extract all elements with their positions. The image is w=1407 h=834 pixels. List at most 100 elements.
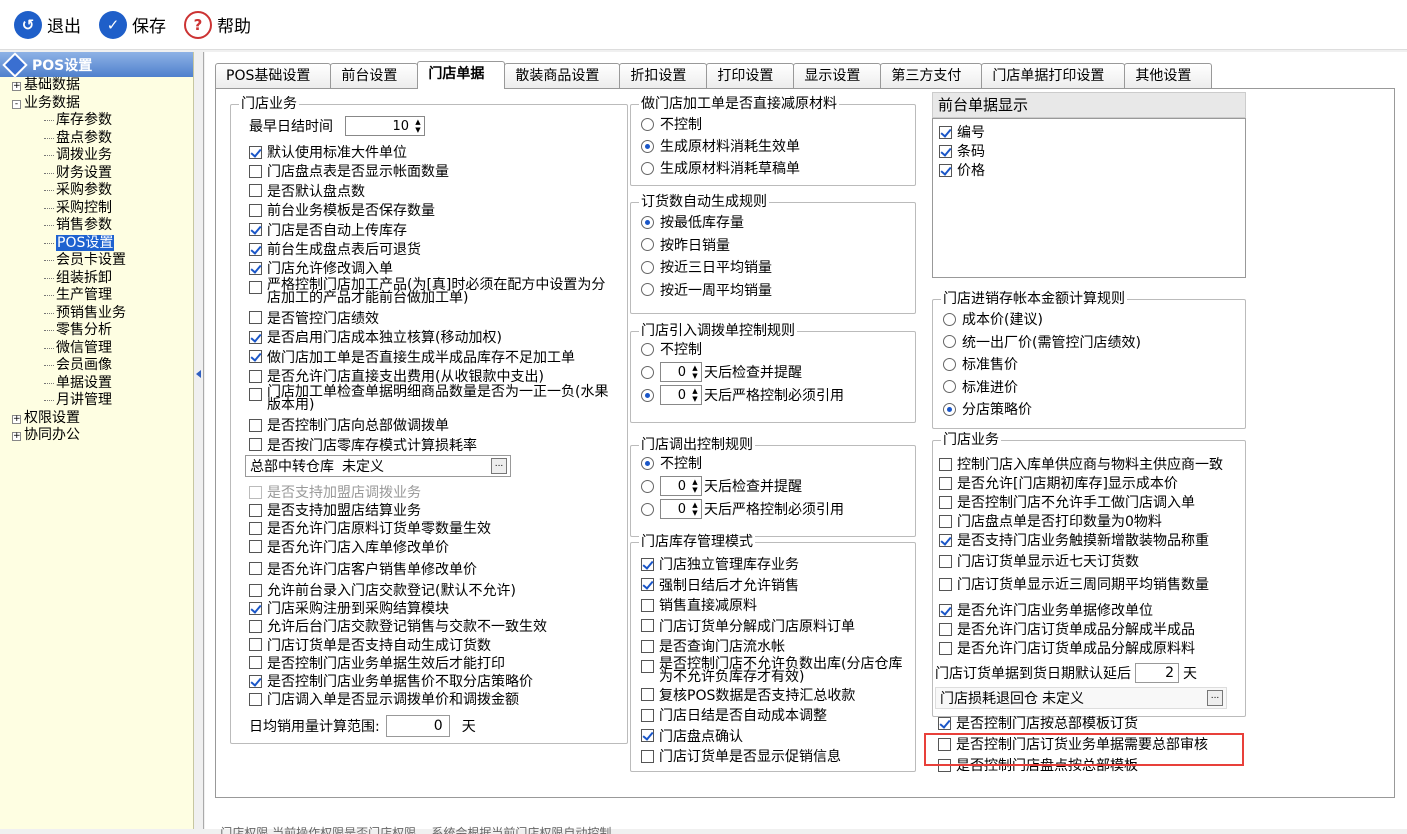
tab[interactable]: 散装商品设置 [504,63,621,89]
collapse-arrow-icon[interactable] [196,370,201,378]
tree-item[interactable]: 生产管理 [0,287,193,305]
checkbox-row[interactable]: 门店订货单是否显示促销信息 [641,747,841,765]
radio[interactable] [641,283,654,296]
checkbox[interactable] [641,749,654,763]
spin-arrows-icon[interactable]: ▲ ▼ [689,500,701,518]
checkbox[interactable] [249,242,262,256]
checkbox-row[interactable]: 是否管控门店绩效 [249,309,379,327]
radio-row[interactable]: 标准售价 [943,355,1018,373]
checkbox-row[interactable]: 是否允许门店原料订货单零数量生效 [249,519,491,537]
tab[interactable]: 打印设置 [706,63,795,89]
tab[interactable]: 第三方支付 [880,63,983,89]
radio[interactable] [641,502,654,516]
checkbox[interactable] [939,495,952,509]
tree-item[interactable]: 库存参数 [0,112,193,130]
checkbox-row[interactable]: 门店盘点表是否显示帐面数量 [249,162,449,180]
radio-row[interactable]: 0 ▲ ▼ 天后检查并提醒 [641,476,802,496]
checkbox[interactable] [249,601,262,615]
tree-item[interactable]: 微信管理 [0,340,193,358]
checkbox[interactable] [939,144,952,158]
checkbox-row[interactable]: 是否允许门店业务单据修改单位 [939,601,1153,619]
checkbox[interactable] [249,656,262,670]
checkbox[interactable] [249,223,262,237]
tab[interactable]: 其他设置 [1124,63,1213,89]
checkbox[interactable] [249,145,262,159]
eod-time-spinner[interactable]: 10 ▲ ▼ [345,116,425,136]
checkbox-row[interactable]: 门店调入单是否显示调拨单价和调拨金额 [249,690,519,708]
checkbox-row[interactable]: 门店盘点确认 [641,727,743,745]
radio-row[interactable]: 不控制 [641,115,702,133]
radio-row[interactable]: 标准进价 [943,378,1018,396]
checkbox[interactable] [249,619,262,633]
checkbox[interactable] [249,418,262,432]
tree-item[interactable]: 采购参数 [0,182,193,200]
checkbox[interactable] [249,540,262,554]
checkbox[interactable] [249,438,262,452]
tree-item[interactable]: 财务设置 [0,165,193,183]
checkbox-row[interactable]: 是否支持门店业务触摸新增散装物品称重 [939,531,1209,549]
checkbox[interactable] [249,674,262,688]
radio[interactable] [943,312,956,326]
radio-row[interactable]: 分店策略价 [943,400,1032,418]
delay-days-input[interactable]: 2 [1135,663,1179,683]
checkbox[interactable] [641,639,654,653]
tab[interactable]: 门店单据 [417,61,506,89]
tab[interactable]: 前台设置 [330,63,419,89]
checkbox[interactable] [249,485,262,499]
ellipsis-button[interactable]: ... [491,458,507,474]
spin-arrows-icon[interactable]: ▲ ▼ [689,363,701,381]
checkbox-row[interactable]: 门店加工单检查单据明细商品数量是否为一正一负(水果版本用) [249,385,647,414]
radio[interactable] [641,161,654,175]
checkbox-row[interactable]: 是否支持加盟店结算业务 [249,501,421,519]
radio-row[interactable]: 生成原材料消耗生效单 [641,137,800,155]
tree-item[interactable]: - 业务数据 [0,95,193,113]
checkbox-row[interactable]: 前台业务模板是否保存数量 [249,201,435,219]
checkbox[interactable] [641,659,654,673]
tree-item[interactable]: 会员画像 [0,357,193,375]
checkbox-row[interactable]: 是否支持加盟店调拨业务 [249,483,421,501]
tab[interactable]: 门店单据打印设置 [981,63,1126,89]
checkbox-row[interactable]: 复核POS数据是否支持汇总收款 [641,686,855,704]
checkbox-row[interactable]: 是否允许门店订货单成品分解成原料料 [939,639,1195,657]
checkbox[interactable] [249,369,262,383]
checkbox-row[interactable]: 门店盘点单是否打印数量为0物料 [939,512,1162,530]
checkbox[interactable] [249,388,262,402]
checkbox-row[interactable]: 是否默认盘点数 [249,182,365,200]
radio[interactable] [943,380,956,393]
radio-row[interactable]: 按昨日销量 [641,236,730,254]
checkbox[interactable] [641,708,654,722]
checkbox[interactable] [939,163,952,177]
checkbox[interactable] [939,514,952,528]
checkbox-row[interactable]: 是否按门店零库存模式计算损耗率 [249,436,477,454]
checkbox-row[interactable]: 编号 [939,123,985,141]
checkbox[interactable] [249,562,262,576]
checkbox[interactable] [249,203,262,217]
checkbox-row[interactable]: 门店订货单显示近三周同期平均销售数量 [939,575,1209,593]
checkbox[interactable] [249,521,262,535]
radio[interactable] [641,456,654,470]
checkbox[interactable] [249,261,262,275]
radio[interactable] [641,365,654,379]
radio[interactable] [943,402,956,416]
checkbox-row[interactable]: 门店独立管理库存业务 [641,555,799,573]
checkbox-row[interactable]: 做门店加工单是否直接生成半成品库存不足加工单 [249,348,575,366]
checkbox-row[interactable]: 门店是否自动上传库存 [249,221,407,239]
checkbox[interactable] [939,554,952,568]
checkbox[interactable] [939,533,952,547]
checkbox-row[interactable]: 是否允许门店直接支出费用(从收银款中支出) [249,367,544,385]
checkbox[interactable] [249,638,262,652]
checkbox[interactable] [641,688,654,701]
checkbox-row[interactable]: 默认使用标准大件单位 [249,143,407,161]
days-spinner[interactable]: 0 ▲ ▼ [660,385,702,405]
expand-icon[interactable]: + [12,414,21,424]
checkbox[interactable] [939,622,952,636]
checkbox[interactable] [938,716,951,730]
checkbox[interactable] [249,330,262,344]
checkbox[interactable] [939,125,952,139]
tree-item[interactable]: 销售参数 [0,217,193,235]
checkbox[interactable] [939,457,952,471]
radio[interactable] [943,357,956,371]
checkbox-row[interactable]: 是否控制门店向总部做调拨单 [249,416,449,434]
radio-row[interactable]: 按近三日平均销量 [641,258,772,276]
tree-item[interactable]: + 基础数据 [0,77,193,95]
